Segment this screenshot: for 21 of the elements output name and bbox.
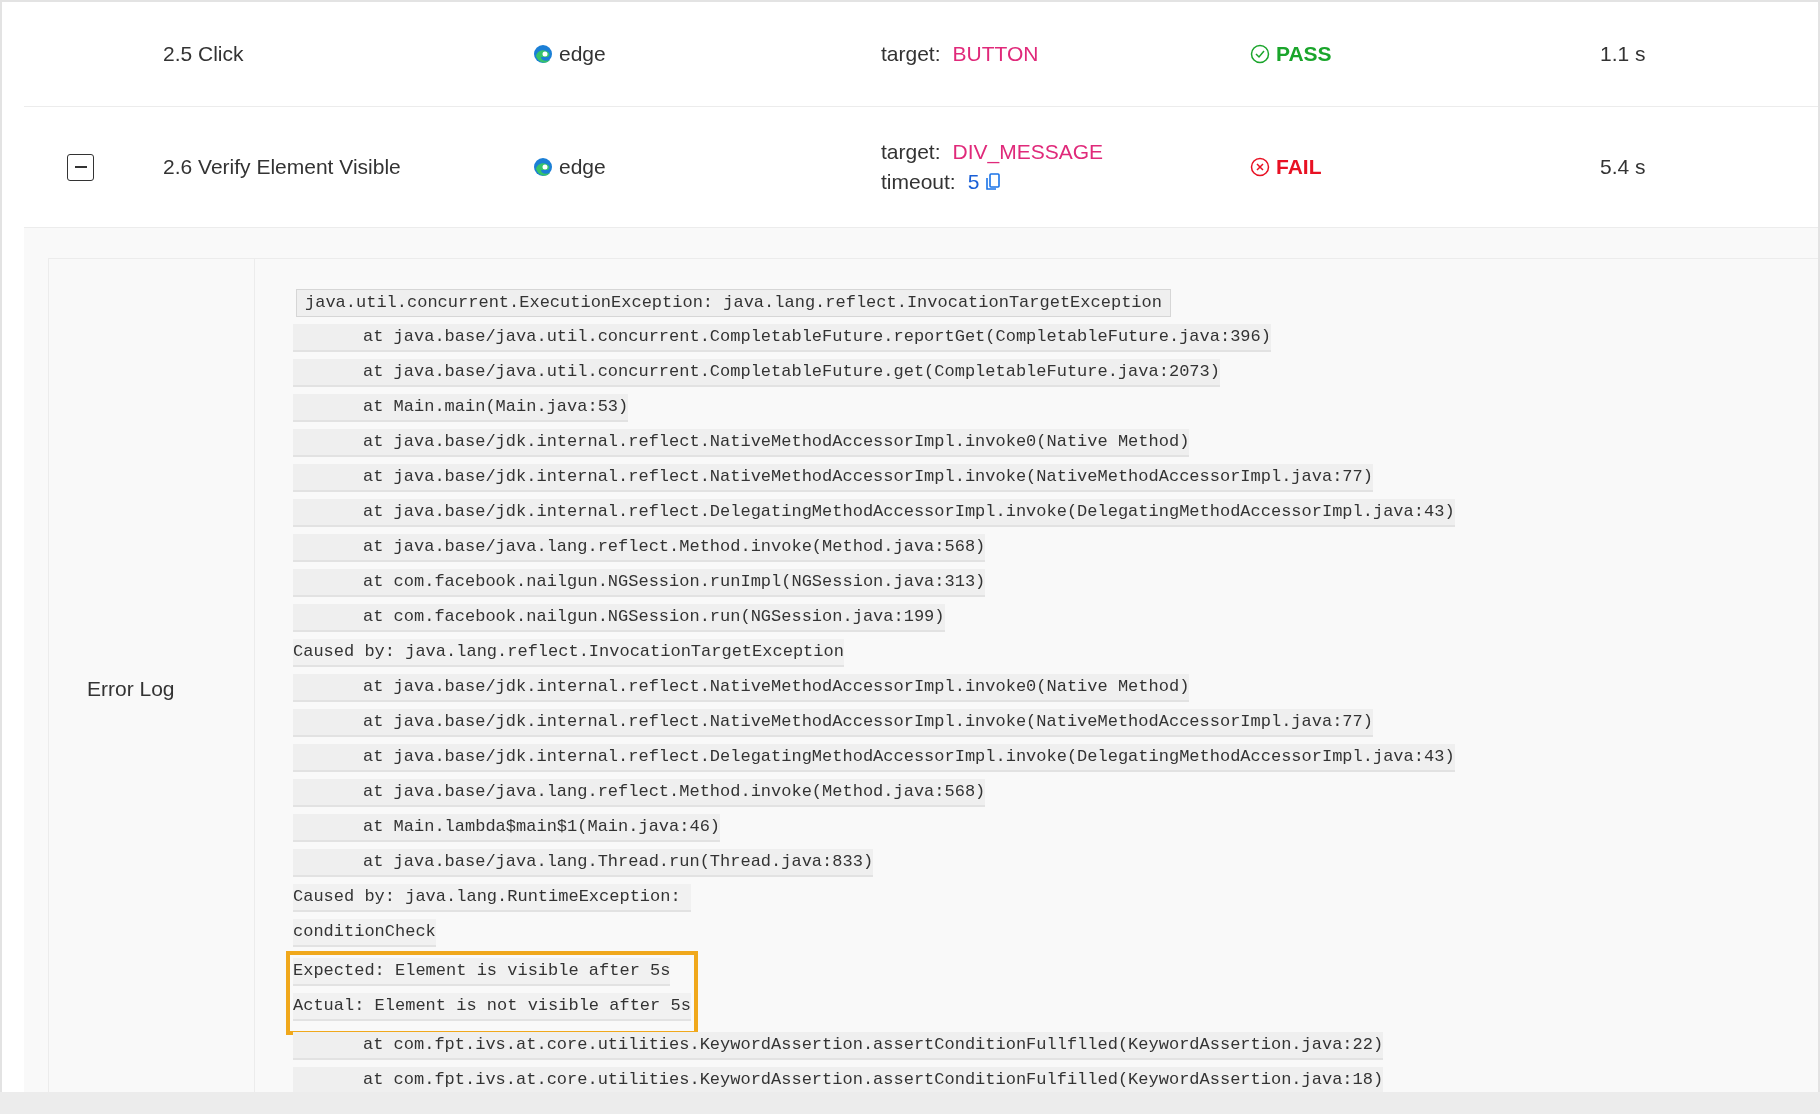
- browser-logo-icon: [533, 157, 553, 177]
- step-name: 2.5 Click: [163, 42, 244, 66]
- param-label: timeout:: [881, 170, 956, 194]
- duration: 5.4 s: [1600, 155, 1646, 179]
- error-log-label: Error Log: [87, 677, 175, 701]
- x-circle-icon: [1250, 157, 1270, 177]
- browser-name: edge: [559, 42, 606, 66]
- param-value: BUTTON: [952, 42, 1039, 66]
- step-name: 2.6 Verify Element Visible: [163, 155, 401, 179]
- duration: 1.1 s: [1600, 42, 1646, 66]
- status-label: PASS: [1276, 42, 1332, 66]
- param-value: 5: [967, 170, 980, 194]
- param-label: target:: [881, 42, 941, 66]
- status-label: FAIL: [1276, 155, 1322, 179]
- collapse-button[interactable]: [67, 153, 94, 181]
- browser-logo-icon: [533, 44, 553, 64]
- browser-name: edge: [559, 155, 606, 179]
- param-label: target:: [881, 140, 941, 164]
- copy-icon: [985, 173, 1002, 191]
- check-circle-icon: [1250, 44, 1270, 64]
- param-value: DIV_MESSAGE: [952, 140, 1104, 164]
